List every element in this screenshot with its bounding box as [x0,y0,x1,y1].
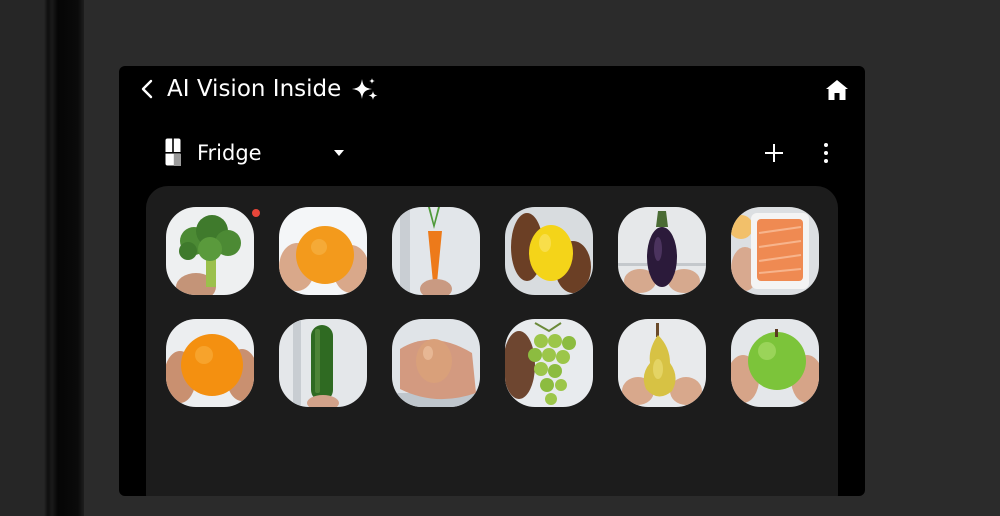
food-item-pear[interactable] [618,319,706,407]
page-title: AI Vision Inside [167,76,342,102]
more-vertical-icon[interactable] [819,142,833,164]
home-icon[interactable] [825,78,849,102]
chevron-left-icon[interactable] [137,76,157,102]
food-item-apple[interactable] [731,319,819,407]
new-item-dot [252,209,260,217]
top-bar: AI Vision Inside [119,66,865,112]
food-item-salmon[interactable] [731,207,819,295]
plus-icon[interactable] [763,142,785,164]
food-item-grapes[interactable] [505,319,593,407]
fridge-icon [165,138,181,166]
food-item-lemon[interactable] [505,207,593,295]
food-item-cucumber[interactable] [279,319,367,407]
location-selector[interactable]: Fridge [197,138,262,168]
food-item-egg[interactable] [392,319,480,407]
caret-down-icon[interactable] [333,148,345,158]
food-item-broccoli[interactable] [166,207,254,295]
food-item-orange[interactable] [166,319,254,407]
food-item-carrot[interactable] [392,207,480,295]
fridge-screen: AI Vision Inside Fridge [119,66,865,496]
location-bar: Fridge [119,134,865,174]
food-item-orange[interactable] [279,207,367,295]
food-item-eggplant[interactable] [618,207,706,295]
device-bezel [0,0,84,516]
sparkle-icon [352,78,378,100]
